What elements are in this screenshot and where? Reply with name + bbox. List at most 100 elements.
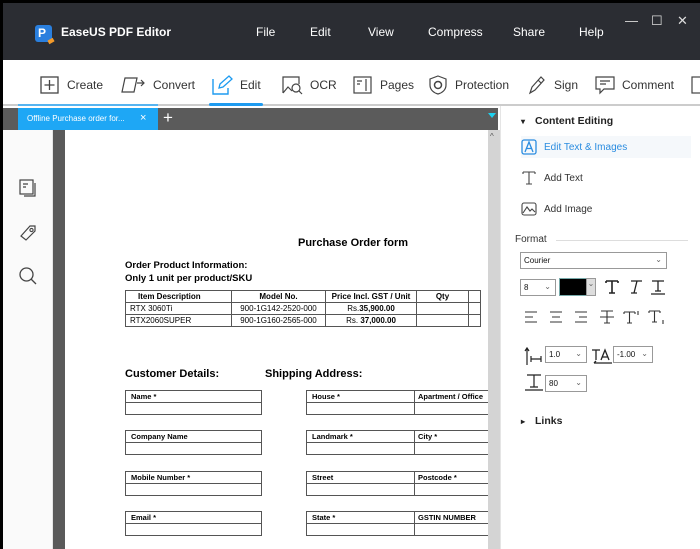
- subscript-button[interactable]: [646, 306, 668, 328]
- app-logo-icon: P: [35, 25, 52, 42]
- field-landmark-row[interactable]: Landmark * City *: [306, 430, 488, 455]
- vertical-scrollbar[interactable]: ^: [488, 130, 500, 549]
- field-mobile[interactable]: Mobile Number *: [125, 471, 262, 496]
- toolbar-sign[interactable]: Sign: [527, 74, 578, 96]
- font-size-select[interactable]: 8 ⌄: [520, 279, 556, 296]
- field-name[interactable]: Name *: [125, 390, 262, 415]
- align-left-button[interactable]: [520, 306, 542, 328]
- toolbar-convert[interactable]: Convert: [120, 74, 195, 96]
- pen-icon: [528, 76, 545, 95]
- toolbar-ocr[interactable]: OCR: [281, 74, 337, 96]
- pages-icon: [353, 76, 372, 94]
- field-label: Landmark *: [307, 431, 415, 442]
- toolbar-edit[interactable]: Edit: [209, 74, 263, 106]
- maximize-button[interactable]: ☐: [651, 13, 663, 29]
- table-header-row: Item Description Model No. Price Incl. G…: [125, 290, 481, 303]
- add-image-button[interactable]: Add Image: [521, 198, 691, 220]
- close-tab-icon[interactable]: ×: [140, 112, 146, 124]
- toolbar-more[interactable]: [691, 74, 700, 96]
- content-editing-header[interactable]: ▾ Content Editing: [521, 115, 613, 127]
- edit-text-icon: [521, 139, 537, 155]
- line-spacing-select[interactable]: 1.0 ⌄: [545, 346, 587, 363]
- add-text-label: Add Text: [544, 172, 583, 184]
- line-spacing-value: 1.0: [549, 350, 561, 359]
- close-button[interactable]: ✕: [677, 13, 688, 29]
- scroll-up-icon[interactable]: ^: [490, 132, 494, 141]
- align-right-button[interactable]: [570, 306, 592, 328]
- bold-button[interactable]: [601, 276, 623, 298]
- pdf-page[interactable]: Purchase Order form Order Product Inform…: [65, 130, 488, 549]
- field-house-row[interactable]: House * Apartment / Office: [306, 390, 488, 415]
- cell-extra: [468, 314, 481, 327]
- menu-share[interactable]: Share: [513, 25, 545, 39]
- order-info-heading: Order Product Information:: [125, 260, 248, 271]
- price-value: 37,000.00: [360, 316, 396, 325]
- align-center-button[interactable]: [545, 306, 567, 328]
- toolbar-pages[interactable]: Pages: [353, 74, 414, 96]
- col-item: Item Description: [125, 290, 232, 303]
- document-tab[interactable]: Offline Purchase order for... ×: [18, 108, 158, 130]
- text-scale-icon: [525, 374, 543, 391]
- links-section-header[interactable]: ▸ Links: [521, 415, 562, 427]
- edit-text-images-label: Edit Text & Images: [544, 141, 628, 153]
- thumbnails-icon[interactable]: [18, 178, 38, 198]
- font-color-dropdown[interactable]: ⌄: [586, 278, 596, 296]
- col-price: Price Incl. GST / Unit: [325, 290, 417, 303]
- menu-edit[interactable]: Edit: [310, 25, 331, 39]
- italic-button[interactable]: [624, 276, 646, 298]
- superscript-button[interactable]: [621, 306, 643, 328]
- menu-file[interactable]: File: [256, 25, 275, 39]
- chevron-down-icon: ⌄: [575, 378, 582, 387]
- strikethrough-icon: [600, 310, 614, 324]
- field-email[interactable]: Email *: [125, 511, 262, 536]
- edit-text-images-button[interactable]: Edit Text & Images: [521, 136, 691, 158]
- toolbar-create[interactable]: Create: [40, 74, 103, 96]
- text-scale-select[interactable]: 80 ⌄: [545, 375, 587, 392]
- line-spacing-icon: [524, 346, 542, 365]
- title-bar: P EaseUS PDF Editor File Edit View Compr…: [3, 3, 700, 60]
- field-company[interactable]: Company Name: [125, 430, 262, 455]
- align-left-icon: [525, 311, 537, 323]
- font-family-select[interactable]: Courier ⌄: [520, 252, 667, 269]
- document-tab-bar: Offline Purchase order for... × +: [3, 108, 498, 130]
- align-right-icon: [575, 311, 587, 323]
- minimize-button[interactable]: —: [625, 13, 638, 28]
- add-image-label: Add Image: [544, 203, 593, 215]
- loading-progress: [18, 104, 158, 106]
- toolbar-edit-label: Edit: [240, 78, 261, 92]
- toolbar-sign-label: Sign: [554, 78, 579, 92]
- toolbar-comment[interactable]: Comment: [595, 74, 674, 96]
- underline-button[interactable]: [647, 276, 669, 298]
- field-street-row[interactable]: Street Postcode *: [306, 471, 488, 496]
- add-text-button[interactable]: Add Text: [521, 167, 691, 189]
- format-divider: [556, 240, 688, 241]
- toolbar-comment-label: Comment: [622, 78, 675, 92]
- toolbar-ocr-label: OCR: [310, 78, 337, 92]
- strikethrough-button[interactable]: [596, 306, 618, 328]
- field-label: Street: [307, 472, 415, 483]
- app-window: P EaseUS PDF Editor File Edit View Compr…: [3, 3, 700, 549]
- customer-details-heading: Customer Details:: [125, 368, 220, 380]
- toolbar-protection-label: Protection: [455, 78, 510, 92]
- toolbar-pages-label: Pages: [380, 78, 415, 92]
- chevron-down-icon: ⌄: [575, 349, 582, 358]
- add-tab-button[interactable]: +: [163, 108, 173, 128]
- menu-view[interactable]: View: [368, 25, 394, 39]
- field-state-row[interactable]: State * GSTIN NUMBER: [306, 511, 488, 536]
- menu-help[interactable]: Help: [579, 25, 604, 39]
- cell-qty: [416, 314, 469, 327]
- price-prefix: Rs.: [347, 304, 360, 313]
- cell-model: 900-1G160-2565-000: [231, 314, 326, 327]
- cell-extra: [468, 302, 481, 315]
- search-icon[interactable]: [18, 266, 38, 286]
- toolbar-protection[interactable]: Protection: [428, 74, 509, 96]
- char-spacing-select[interactable]: -1.00 ⌄: [613, 346, 653, 363]
- tag-icon[interactable]: [18, 223, 38, 243]
- tab-dropdown-icon[interactable]: [488, 113, 496, 118]
- char-spacing-value: -1.00: [617, 350, 636, 359]
- expand-icon: ▸: [521, 417, 526, 426]
- menu-compress[interactable]: Compress: [428, 25, 483, 39]
- collapse-icon: ▾: [521, 117, 526, 126]
- chevron-down-icon: ⌄: [655, 255, 662, 264]
- field-label: City *: [418, 432, 438, 441]
